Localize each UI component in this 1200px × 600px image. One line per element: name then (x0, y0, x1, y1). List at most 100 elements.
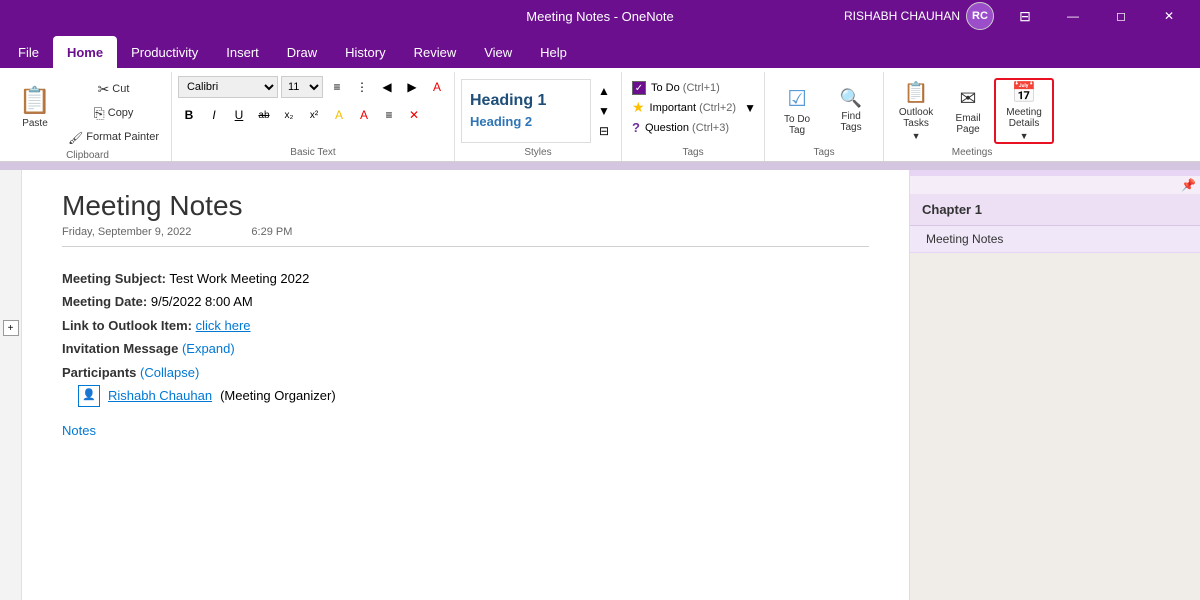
question-tag-item[interactable]: ? Question (Ctrl+3) (628, 119, 740, 136)
tab-review[interactable]: Review (400, 36, 471, 68)
meetings-label: Meetings (890, 145, 1054, 161)
sidebar-content-area (910, 253, 1200, 600)
participant-role: (Meeting Organizer) (220, 384, 336, 407)
invitation-expand[interactable]: (Expand) (182, 341, 235, 356)
font-size-select[interactable]: 11 (281, 76, 323, 98)
participants-collapse[interactable]: (Collapse) (140, 365, 199, 380)
sidebar-page-item[interactable]: Meeting Notes (910, 226, 1200, 253)
email-page-icon: ✉ (960, 86, 977, 111)
styles-group: Heading 1 Heading 2 ▲ ▼ ⊟ Styles (455, 72, 622, 161)
tab-view[interactable]: View (470, 36, 526, 68)
close-btn[interactable]: ✕ (1146, 0, 1192, 32)
meetings-content: 📋 OutlookTasks ▼ ✉ EmailPage 📅 MeetingDe… (890, 72, 1054, 145)
sidebar-pin: 📌 (910, 176, 1200, 194)
font-family-select[interactable]: Calibri (178, 76, 278, 98)
todo-tag-button[interactable]: ☑ To DoTag (771, 79, 823, 143)
indent-increase-button[interactable]: ▶ (401, 76, 423, 98)
notes-label[interactable]: Notes (62, 423, 869, 438)
basic-text-label: Basic Text (178, 145, 448, 161)
strikethrough-button[interactable]: ab (253, 104, 275, 126)
tab-help[interactable]: Help (526, 36, 581, 68)
meetings-group: 📋 OutlookTasks ▼ ✉ EmailPage 📅 MeetingDe… (884, 72, 1060, 161)
main-area: + Meeting Notes Friday, September 9, 202… (0, 170, 1200, 600)
underline-button[interactable]: U (228, 104, 250, 126)
styles-list[interactable]: Heading 1 Heading 2 (461, 79, 591, 143)
align-button[interactable]: ≡ (378, 104, 400, 126)
find-tags-label: FindTags (841, 111, 862, 133)
format-row: B I U ab x₂ x² A A ≡ ✕ (178, 104, 425, 126)
highlight-button[interactable]: A (328, 104, 350, 126)
cut-button[interactable]: Cut (62, 78, 165, 100)
paste-button[interactable]: 📋 Paste (10, 80, 60, 144)
meeting-details-button[interactable]: 📅 MeetingDetails ▼ (994, 78, 1054, 144)
todo-label: To Do (Ctrl+1) (651, 82, 720, 94)
bullet-list-button[interactable]: ≡ (326, 76, 348, 98)
important-label: Important (Ctrl+2) (650, 102, 737, 114)
meeting-details-label: MeetingDetails (1006, 107, 1042, 129)
styles-label: Styles (461, 145, 615, 161)
date-row: Meeting Date: 9/5/2022 8:00 AM (62, 290, 869, 313)
clear-format-button[interactable]: A (426, 76, 448, 98)
subject-label: Meeting Subject: (62, 271, 166, 286)
subject-row: Meeting Subject: Test Work Meeting 2022 (62, 267, 869, 290)
styles-scroll-up[interactable]: ▲ (593, 81, 615, 101)
tags-more-button[interactable]: ▼ (742, 76, 758, 140)
heading1-style[interactable]: Heading 1 (470, 90, 582, 112)
styles-scroll-down[interactable]: ▼ (593, 101, 615, 121)
tab-history[interactable]: History (331, 36, 399, 68)
outlook-link[interactable]: click here (196, 318, 251, 333)
restore-btn[interactable]: ◻ (1098, 0, 1144, 32)
tab-productivity[interactable]: Productivity (117, 36, 212, 68)
format-painter-label: Format Painter (86, 131, 159, 143)
tags-list: ✓ To Do (Ctrl+1) ★ Important (Ctrl+2) ? … (628, 76, 740, 140)
participant-row: 👤 Rishabh Chauhan (Meeting Organizer) (62, 384, 869, 407)
page-time: 6:29 PM (251, 226, 292, 238)
italic-button[interactable]: I (203, 104, 225, 126)
heading2-style[interactable]: Heading 2 (470, 112, 582, 131)
user-info: RISHABH CHAUHAN RC (844, 2, 994, 30)
indent-decrease-button[interactable]: ◀ (376, 76, 398, 98)
page-content: Meeting Notes Friday, September 9, 2022 … (22, 170, 910, 600)
todo-find-group: ☑ To DoTag 🔍 FindTags Tags (765, 72, 884, 161)
copy-label: Copy (108, 107, 134, 119)
outlook-tasks-button[interactable]: 📋 OutlookTasks ▼ (890, 79, 942, 143)
avatar[interactable]: RC (966, 2, 994, 30)
tab-file[interactable]: File (4, 36, 53, 68)
clipboard-label: Clipboard (10, 148, 165, 164)
copy-button[interactable]: Copy (62, 102, 165, 124)
bold-button[interactable]: B (178, 104, 200, 126)
font-color-button[interactable]: A (353, 104, 375, 126)
clipboard-group: 📋 Paste Cut Copy Format Painter Clipboar… (4, 72, 172, 161)
numbered-list-button[interactable]: ⋮ (351, 76, 373, 98)
format-painter-button[interactable]: Format Painter (62, 126, 165, 148)
sidebar: 📌 Chapter 1 Meeting Notes (910, 170, 1200, 600)
important-tag-item[interactable]: ★ Important (Ctrl+2) (628, 98, 740, 117)
cut-icon (98, 82, 110, 96)
tab-home[interactable]: Home (53, 36, 117, 68)
tab-draw[interactable]: Draw (273, 36, 331, 68)
superscript-button[interactable]: x² (303, 104, 325, 126)
todo-checkbox: ✓ (632, 81, 646, 95)
participant-name[interactable]: Rishabh Chauhan (108, 384, 212, 407)
styles-dropdown[interactable]: ⊟ (593, 121, 615, 141)
ribbon-display-btn[interactable]: ⊟ (1002, 0, 1048, 32)
tab-insert[interactable]: Insert (212, 36, 273, 68)
expand-button[interactable]: + (3, 320, 19, 336)
outlook-tasks-icon: 📋 (904, 80, 929, 105)
email-page-label: EmailPage (956, 113, 981, 135)
todo-tag-icon: ☑ (787, 86, 807, 112)
clear-button[interactable]: ✕ (403, 104, 425, 126)
window-title: Meeting Notes - OneNote (526, 9, 673, 24)
pin-button[interactable]: 📌 (1181, 178, 1196, 192)
clipboard-sub: Cut Copy Format Painter (62, 76, 165, 148)
person-icon[interactable]: 👤 (78, 385, 100, 407)
ruler (0, 162, 1200, 170)
subscript-button[interactable]: x₂ (278, 104, 300, 126)
minimize-btn[interactable]: — (1050, 0, 1096, 32)
page-title: Meeting Notes (62, 190, 869, 222)
find-tags-button[interactable]: 🔍 FindTags (825, 79, 877, 143)
todo-tag-item[interactable]: ✓ To Do (Ctrl+1) (628, 80, 740, 96)
email-page-button[interactable]: ✉ EmailPage (944, 79, 992, 143)
star-icon: ★ (632, 99, 645, 116)
styles-content: Heading 1 Heading 2 ▲ ▼ ⊟ (461, 72, 615, 145)
